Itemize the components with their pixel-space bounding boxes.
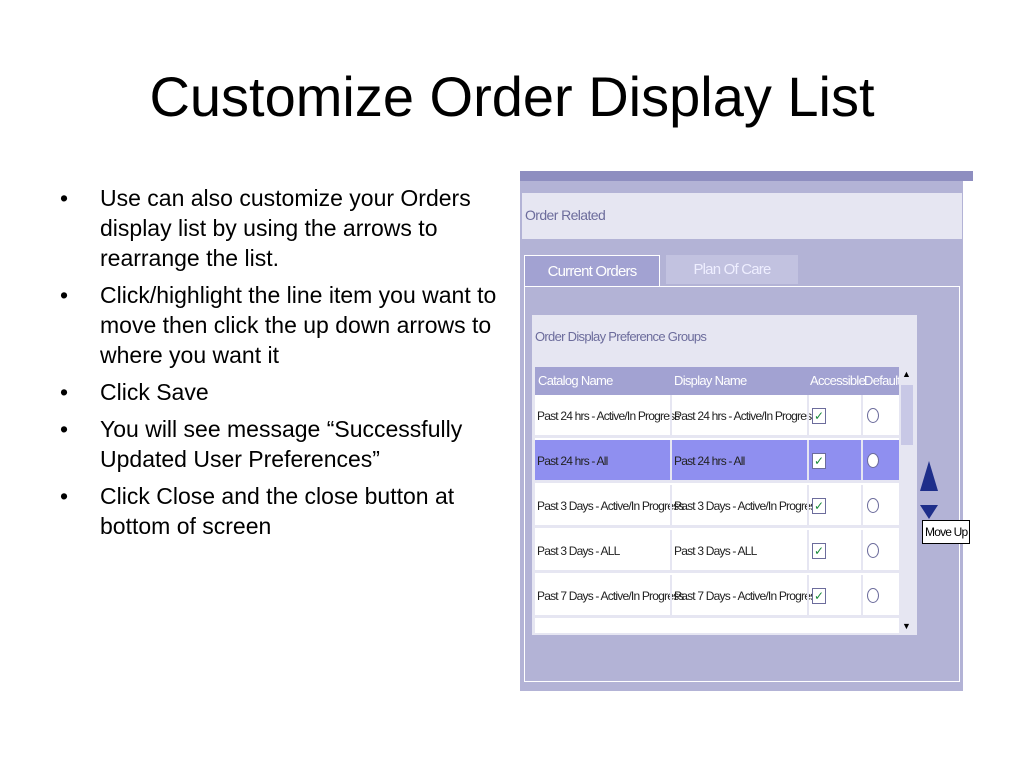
default-radio[interactable] (867, 453, 879, 468)
preference-groups-panel: Order Display Preference Groups Catalog … (532, 315, 917, 635)
embedded-screenshot: Order Related Current Orders Plan Of Car… (520, 171, 973, 691)
scroll-thumb[interactable] (901, 385, 913, 445)
column-divider (670, 440, 672, 483)
slide-title: Customize Order Display List (149, 65, 875, 128)
row-divider (535, 570, 901, 573)
accessible-checkbox[interactable]: ✓ (812, 453, 826, 469)
catalog-name-cell: Past 24 hrs - All (537, 454, 608, 468)
table-scrollbar[interactable]: ▲ ▼ (899, 367, 915, 633)
tab-current-orders[interactable]: Current Orders (524, 255, 660, 287)
column-divider (861, 440, 863, 483)
move-down-arrow-icon[interactable] (920, 505, 938, 519)
bullet-item: • Click Save (58, 377, 498, 407)
move-up-arrow-icon[interactable] (920, 461, 938, 491)
default-radio[interactable] (867, 543, 879, 558)
catalog-name-cell: Past 24 hrs - Active/In Progress (537, 409, 680, 423)
column-divider (861, 575, 863, 618)
default-radio[interactable] (867, 408, 879, 423)
display-name-cell: Past 24 hrs - All (674, 454, 745, 468)
bullet-item: • Use can also customize your Orders disp… (58, 183, 498, 273)
table-row[interactable]: Past 3 Days - ALL Past 3 Days - ALL ✓ (535, 530, 901, 573)
bullet-dot: • (60, 379, 69, 405)
default-radio[interactable] (867, 498, 879, 513)
table-row-selected[interactable]: Past 24 hrs - All Past 24 hrs - All ✓ (535, 440, 901, 483)
catalog-name-cell: Past 3 Days - Active/In Progress (537, 499, 684, 513)
column-divider (807, 485, 809, 528)
table-row[interactable]: Past 24 hrs - Active/In Progress Past 24… (535, 395, 901, 438)
column-header-display-name[interactable]: Display Name (674, 367, 747, 395)
bullet-text: Click Save (100, 379, 209, 405)
column-divider (807, 575, 809, 618)
scroll-up-icon[interactable]: ▲ (902, 369, 911, 379)
row-divider (535, 435, 901, 438)
column-divider (807, 395, 809, 438)
catalog-name-cell: Past 7 Days - Active/In Progress (537, 589, 684, 603)
bullet-text: Click Close and the close button at bott… (100, 483, 455, 539)
column-divider (670, 530, 672, 573)
column-header-catalog-name[interactable]: Catalog Name (538, 367, 613, 395)
scroll-down-icon[interactable]: ▼ (902, 621, 911, 631)
accessible-checkbox[interactable]: ✓ (812, 588, 826, 604)
bullet-dot: • (60, 416, 69, 442)
section-title: Order Related (522, 193, 962, 239)
accessible-checkbox[interactable]: ✓ (812, 543, 826, 559)
preference-table: Catalog Name Display Name Accessible Def… (535, 367, 901, 633)
row-divider (535, 615, 901, 618)
table-row[interactable]: Past 3 Days - Active/In Progress Past 3 … (535, 485, 901, 528)
column-divider (807, 530, 809, 573)
column-header-accessible[interactable]: Accessible (810, 367, 866, 395)
bullet-item: • Click/highlight the line item you want … (58, 280, 498, 370)
catalog-name-cell: Past 3 Days - ALL (537, 544, 620, 558)
column-divider (861, 530, 863, 573)
row-divider (535, 480, 901, 483)
tab-plan-of-care[interactable]: Plan Of Care (666, 255, 798, 284)
window-right-edge (963, 181, 973, 691)
bullet-text: You will see message “Successfully Updat… (100, 416, 463, 472)
column-header-default[interactable]: Default (864, 367, 901, 395)
column-divider (861, 485, 863, 528)
accessible-checkbox[interactable]: ✓ (812, 498, 826, 514)
column-divider (861, 395, 863, 438)
group-title: Order Display Preference Groups (535, 329, 707, 344)
display-name-cell: Past 7 Days - Active/In Progress (674, 589, 821, 603)
bullet-list: • Use can also customize your Orders disp… (58, 183, 498, 548)
bullet-text: Click/highlight the line item you want t… (100, 282, 497, 368)
bullet-item: • You will see message “Successfully Upda… (58, 414, 498, 474)
bullet-text: Use can also customize your Orders displ… (100, 185, 471, 271)
bullet-item: • Click Close and the close button at bot… (58, 481, 498, 541)
column-divider (670, 575, 672, 618)
row-divider (535, 525, 901, 528)
bullet-dot: • (60, 185, 69, 211)
bullet-dot: • (60, 483, 69, 509)
column-divider (670, 395, 672, 438)
bullet-dot: • (60, 282, 69, 308)
display-name-cell: Past 3 Days - ALL (674, 544, 757, 558)
default-radio[interactable] (867, 588, 879, 603)
window-top-bar (520, 171, 973, 181)
display-name-cell: Past 24 hrs - Active/In Progress (674, 409, 817, 423)
column-divider (670, 485, 672, 528)
accessible-checkbox[interactable]: ✓ (812, 408, 826, 424)
display-name-cell: Past 3 Days - Active/In Progress (674, 499, 821, 513)
table-header: Catalog Name Display Name Accessible Def… (535, 367, 901, 395)
column-divider (807, 440, 809, 483)
table-row[interactable]: Past 7 Days - Active/In Progress Past 7 … (535, 575, 901, 618)
move-up-tooltip: Move Up (922, 520, 971, 544)
